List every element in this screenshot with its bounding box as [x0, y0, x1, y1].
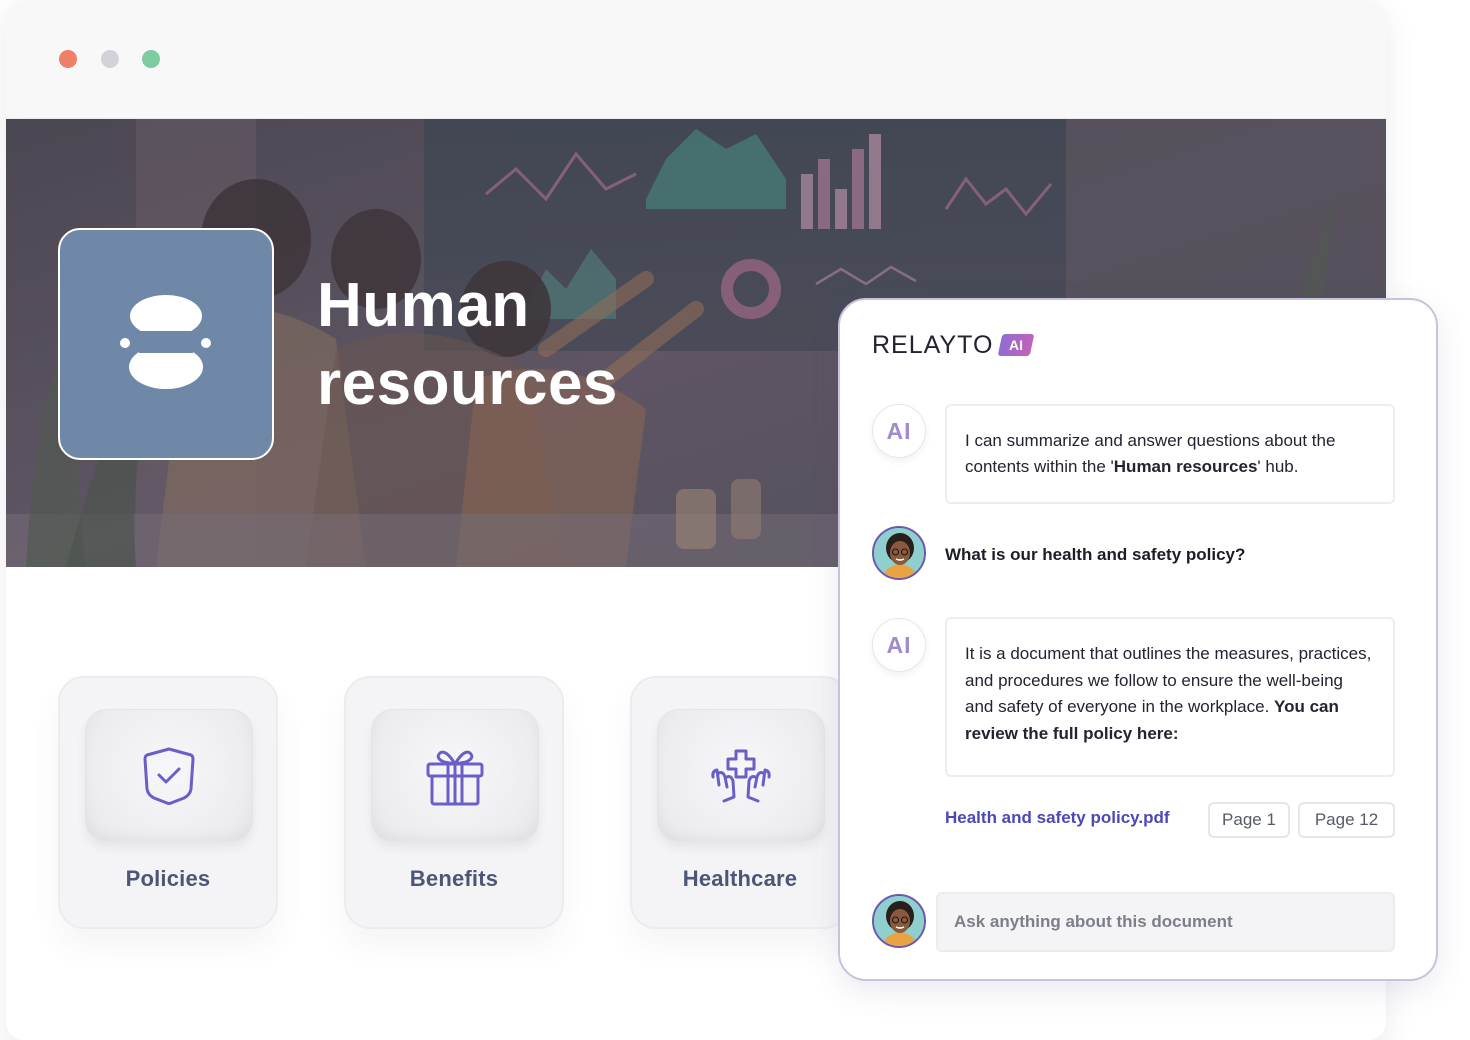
minimize-window-button[interactable] [101, 50, 119, 68]
ai-answer-message: It is a document that outlines the measu… [945, 617, 1395, 777]
ai-chat-panel: RELAYTO AI AI I can summarize and answer… [838, 298, 1438, 981]
ai-intro-message: I can summarize and answer questions abo… [945, 404, 1395, 504]
category-label-healthcare: Healthcare [682, 866, 798, 891]
user-avatar [872, 526, 926, 580]
source-file-link[interactable]: Health and safety policy.pdf [945, 808, 1170, 828]
user-avatar-image [874, 528, 924, 578]
brand-ai-badge: AI [998, 334, 1035, 356]
brand-ai-badge-text: AI [1009, 337, 1024, 353]
page-ref-chip-1[interactable]: Page 1 [1208, 802, 1290, 838]
category-card-healthcare[interactable]: Healthcare [630, 676, 850, 929]
hub-title: Human resources [317, 267, 837, 423]
user-question: What is our health and safety policy? [945, 545, 1246, 564]
ai-avatar: AI [872, 618, 926, 672]
maximize-window-button[interactable] [142, 50, 160, 68]
category-label-benefits: Benefits [409, 866, 499, 891]
ai-intro-suffix: ' hub. [1257, 457, 1299, 476]
hub-logo [58, 228, 274, 460]
relayto-ai-logo: RELAYTO AI [872, 330, 1035, 360]
hands-medical-cross-icon [711, 749, 771, 802]
user-avatar-image [874, 896, 924, 946]
ai-intro-hub-name: Human resources [1113, 457, 1258, 476]
user-avatar [872, 894, 926, 948]
ask-document-input[interactable] [936, 892, 1395, 952]
shield-check-icon [143, 747, 195, 805]
category-tile [85, 709, 253, 842]
window-titlebar [6, 0, 1386, 119]
hub-title-line1: Human [317, 271, 530, 340]
stacked-ovals-icon [120, 295, 211, 389]
close-window-button[interactable] [59, 50, 77, 68]
category-tile [371, 709, 539, 842]
category-label-policies: Policies [125, 866, 211, 891]
hub-title-line2: resources [317, 349, 618, 418]
category-card-benefits[interactable]: Benefits [344, 676, 564, 929]
category-card-policies[interactable]: Policies [58, 676, 278, 929]
ai-avatar: AI [872, 404, 926, 458]
page-ref-chip-12[interactable]: Page 12 [1298, 802, 1395, 838]
category-tile [657, 709, 825, 842]
gift-icon [426, 750, 484, 805]
brand-name: RELAYTO [872, 330, 994, 359]
